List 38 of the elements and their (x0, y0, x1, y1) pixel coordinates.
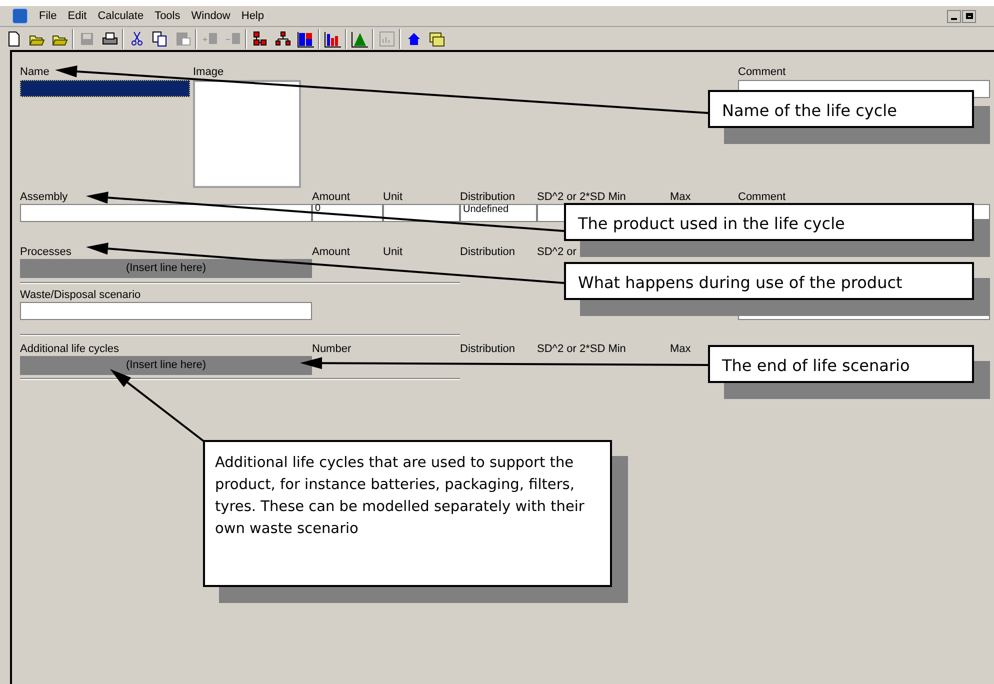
column-label: Additional life cycles (20, 343, 120, 355)
insert-line-row[interactable]: (Insert line here) (20, 356, 312, 375)
field-label: Name (20, 66, 50, 78)
menu-item[interactable]: Help (241, 8, 264, 24)
distribution-field[interactable]: Undefined (460, 204, 537, 222)
column-label: Comment (738, 191, 786, 203)
insert-line-row[interactable]: (Insert line here) (20, 259, 312, 278)
column-label: SD^2 or 2*SD Min (537, 191, 626, 203)
column-label: Distribution (460, 191, 516, 203)
unit-field[interactable] (383, 204, 460, 222)
name-field[interactable] (20, 80, 190, 97)
column-label: Number (312, 343, 352, 355)
minimize-button[interactable] (947, 10, 961, 22)
menu-item[interactable]: Edit (68, 8, 87, 24)
column-label: Assembly (20, 191, 68, 203)
column-label: Distribution (460, 246, 516, 258)
column-label: SD^2 or (537, 246, 576, 258)
menu-item[interactable]: Tools (154, 8, 180, 24)
waste-scenario-field[interactable] (20, 302, 312, 320)
field-label: Comment (738, 66, 787, 78)
column-label: Amount (312, 246, 350, 258)
column-label: Distribution (460, 343, 516, 355)
menu-item[interactable]: Window (191, 8, 230, 24)
assembly-field[interactable] (20, 204, 312, 222)
column-label: Max (670, 191, 691, 203)
image-box[interactable] (193, 80, 301, 188)
restore-button[interactable] (962, 10, 976, 22)
app-logo-icon (12, 8, 28, 24)
column-label: Max (670, 343, 691, 355)
menu-item[interactable]: Calculate (98, 8, 144, 24)
column-label: Amount (312, 191, 350, 203)
column-label: Unit (383, 246, 403, 258)
column-label: SD^2 or 2*SD Min (537, 343, 626, 355)
column-label: Unit (383, 191, 403, 203)
field-label: Waste/Disposal scenario (20, 289, 142, 301)
field-label: Image (193, 66, 225, 78)
column-label: Processes (20, 246, 72, 258)
menu-item[interactable]: File (39, 8, 57, 24)
